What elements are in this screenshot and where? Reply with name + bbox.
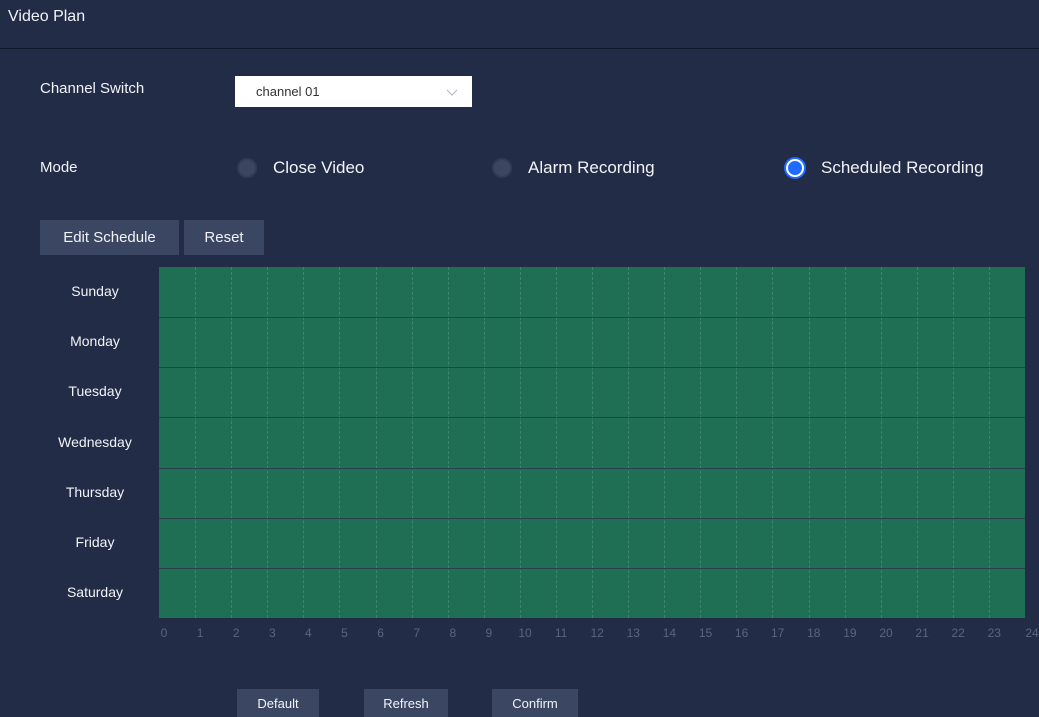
day-label: Monday — [70, 333, 120, 350]
mode-label: Mode — [40, 159, 78, 176]
hour-gridline — [267, 267, 269, 618]
day-row-divider — [159, 417, 1025, 419]
hour-gridline — [195, 267, 197, 618]
day-label: Saturday — [66, 583, 124, 600]
hour-tick-label: 14 — [662, 626, 677, 640]
day-row-divider — [159, 467, 1025, 469]
hour-tick-label: 11 — [554, 626, 568, 640]
hour-tick-label: 15 — [698, 626, 713, 640]
hour-tick-label: 9 — [485, 626, 493, 640]
hour-tick-label: 13 — [626, 626, 640, 640]
day-row-divider — [159, 567, 1025, 569]
hour-gridline — [952, 267, 954, 618]
channel-select[interactable]: channel 01 — [235, 76, 472, 107]
hour-tick-label: 7 — [413, 626, 421, 640]
channel-switch-label: Channel Switch — [40, 80, 145, 97]
hour-tick-label: 10 — [518, 626, 532, 640]
reset-button[interactable]: Reset — [184, 220, 264, 255]
hour-gridline — [375, 267, 377, 618]
hour-gridline — [447, 267, 449, 618]
day-label: Wednesday — [58, 433, 132, 450]
hour-gridline — [808, 267, 810, 618]
page-header: Video Plan — [0, 0, 1039, 49]
hour-tick-label: 5 — [341, 626, 348, 640]
hour-tick-label: 20 — [879, 626, 893, 640]
hour-gridline — [700, 267, 702, 618]
hour-gridline — [411, 267, 413, 618]
radio-checked-icon — [786, 159, 804, 177]
edit-schedule-button[interactable]: Edit Schedule — [40, 220, 179, 255]
day-row-divider — [159, 317, 1025, 319]
hour-tick-label: 8 — [449, 626, 457, 640]
hour-tick-label: 23 — [987, 626, 1001, 640]
confirm-button[interactable]: Confirm — [492, 689, 578, 717]
hour-tick-label: 2 — [232, 626, 240, 640]
hour-gridline — [844, 267, 846, 618]
hour-tick-label: 16 — [734, 626, 749, 640]
hour-tick-label: 19 — [843, 626, 857, 640]
hour-gridline — [736, 267, 738, 618]
day-row-divider — [159, 517, 1025, 519]
hour-tick-label: 0 — [160, 626, 168, 640]
hour-tick-label: 21 — [915, 626, 929, 640]
mode-close-video-radio[interactable]: Close Video — [237, 156, 364, 180]
mode-option-label: Alarm Recording — [528, 158, 655, 177]
hour-gridline — [880, 267, 882, 618]
mode-alarm-recording-radio[interactable]: Alarm Recording — [492, 156, 655, 180]
hour-tick-label: 17 — [771, 626, 785, 640]
refresh-button[interactable]: Refresh — [364, 689, 448, 717]
day-label: Tuesday — [68, 383, 122, 400]
day-label: Sunday — [71, 283, 119, 300]
mode-scheduled-recording-radio[interactable]: Scheduled Recording — [785, 156, 984, 180]
hour-gridline — [628, 267, 630, 618]
hour-gridline — [231, 267, 233, 618]
day-label: Friday — [75, 533, 115, 550]
page-title: Video Plan — [8, 8, 86, 25]
hour-gridline — [339, 267, 341, 618]
hour-tick-label: 3 — [268, 626, 276, 640]
hour-tick-label: 24 — [1025, 626, 1039, 640]
chevron-down-icon — [446, 89, 458, 96]
hour-tick-label: 22 — [951, 626, 965, 640]
hour-tick-label: 6 — [377, 626, 384, 640]
schedule-grid[interactable] — [159, 267, 1025, 618]
radio-unchecked-icon — [237, 158, 257, 178]
channel-select-value: channel 01 — [256, 84, 320, 99]
hour-gridline — [988, 267, 990, 618]
hour-gridline — [592, 267, 593, 618]
hour-tick-label: 18 — [807, 626, 821, 640]
hour-gridline — [555, 267, 557, 618]
hour-tick-label: 4 — [305, 626, 312, 640]
hour-tick-label: 12 — [590, 626, 604, 640]
mode-option-label: Close Video — [273, 158, 365, 177]
day-label: Thursday — [65, 483, 125, 500]
radio-unchecked-icon — [492, 158, 512, 178]
mode-option-label: Scheduled Recording — [821, 158, 984, 177]
hour-gridline — [483, 267, 485, 618]
hour-gridline — [519, 267, 521, 618]
day-row-divider — [159, 367, 1025, 369]
hour-gridline — [772, 267, 774, 618]
hour-tick-label: 1 — [196, 626, 204, 640]
hour-gridline — [303, 267, 305, 618]
hour-gridline — [916, 267, 918, 618]
default-button[interactable]: Default — [237, 689, 319, 717]
hour-gridline — [664, 267, 666, 618]
